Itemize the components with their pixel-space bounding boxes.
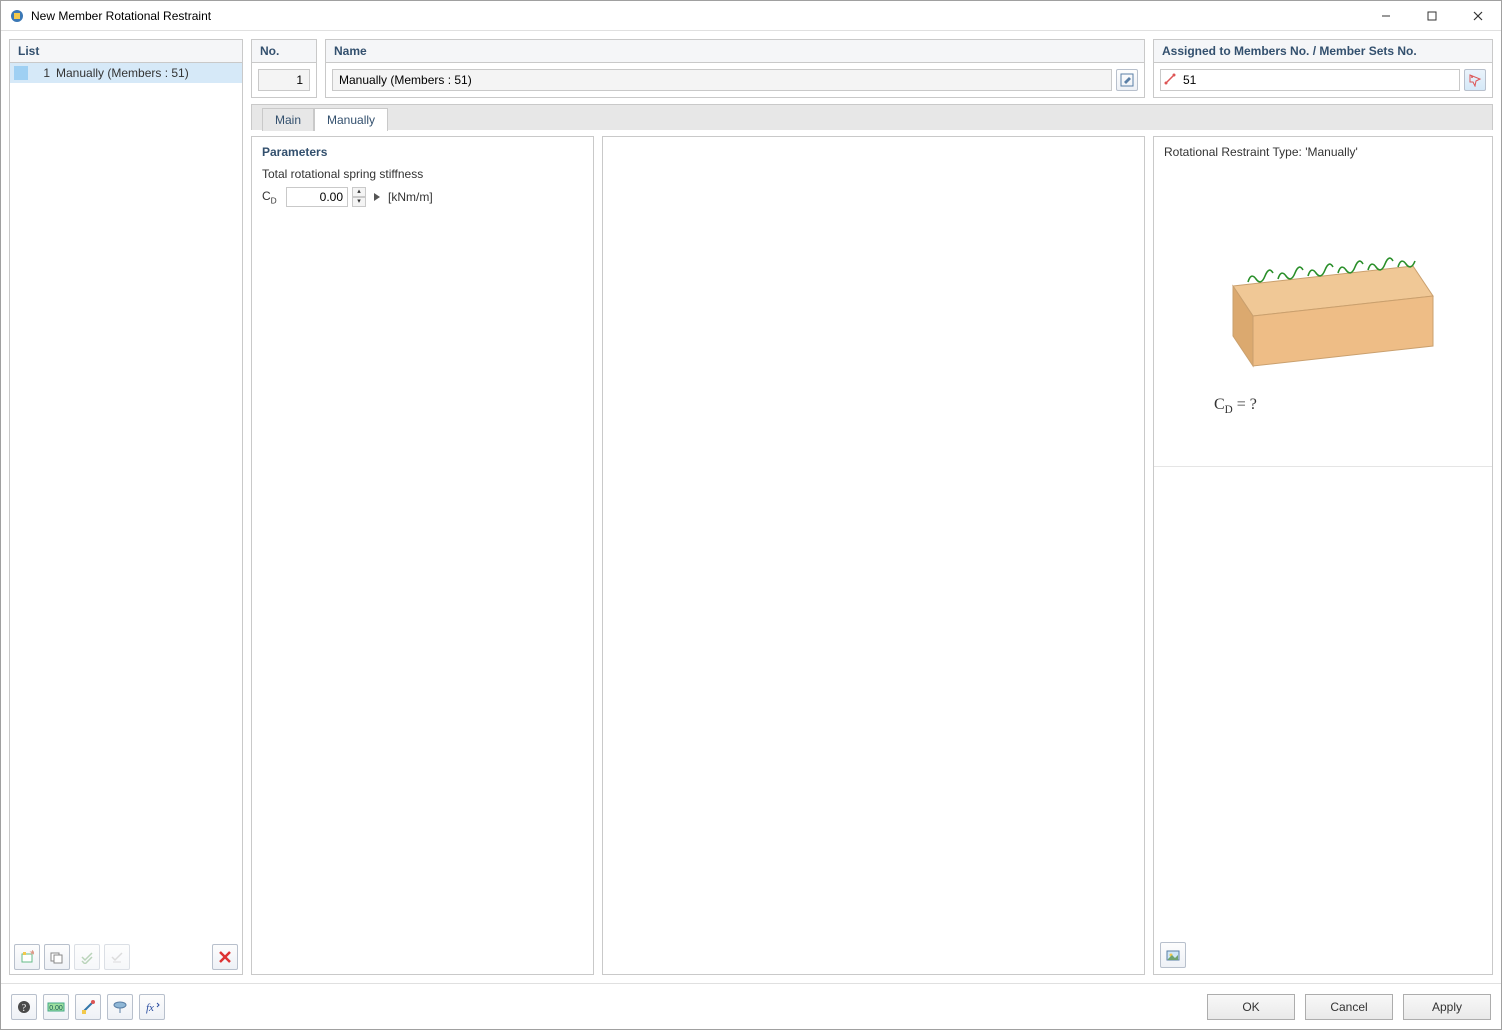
list-item[interactable]: 1 Manually (Members : 51) — [10, 63, 242, 83]
check-all-button[interactable] — [74, 944, 100, 970]
edit-name-button[interactable] — [1116, 69, 1138, 91]
number-header: No. — [252, 40, 316, 63]
parameter-symbol: CD — [262, 189, 282, 205]
tab-manually[interactable]: Manually — [314, 108, 388, 131]
apply-button[interactable]: Apply — [1403, 994, 1491, 1020]
illustration: CD = ? — [1154, 167, 1492, 467]
parameter-row: CD ▴ ▾ [kNm/m] — [262, 187, 583, 207]
ok-button[interactable]: OK — [1207, 994, 1295, 1020]
svg-text:0.00: 0.00 — [49, 1005, 63, 1012]
svg-text:?: ? — [22, 1003, 27, 1014]
parameter-label: Total rotational spring stiffness — [262, 167, 583, 181]
units-button[interactable]: 0.00 — [43, 994, 69, 1020]
fx-button[interactable]: fx — [139, 994, 165, 1020]
parameters-title: Parameters — [262, 145, 583, 159]
dialog-window: New Member Rotational Restraint List 1 M… — [0, 0, 1502, 1030]
number-box: No. — [251, 39, 317, 98]
list-item-swatch — [14, 66, 28, 80]
name-box: Name — [325, 39, 1145, 98]
new-item-button[interactable]: ★ — [14, 944, 40, 970]
tab-strip: Main Manually — [251, 104, 1493, 130]
main-layout: List 1 Manually (Members : 51) ★ — [9, 39, 1493, 975]
list-header: List — [10, 40, 242, 63]
middle-panel — [602, 136, 1145, 975]
list-item-index: 1 — [36, 66, 50, 80]
window-title: New Member Rotational Restraint — [31, 9, 211, 23]
copy-item-button[interactable] — [44, 944, 70, 970]
assigned-input[interactable] — [1160, 69, 1460, 91]
tab-main[interactable]: Main — [262, 108, 314, 131]
help-button[interactable]: ? — [11, 994, 37, 1020]
tab-content: Parameters Total rotational spring stiff… — [251, 136, 1493, 975]
list-item-label: Manually (Members : 51) — [56, 66, 189, 80]
cd-spinner[interactable]: ▴ ▾ — [352, 187, 366, 207]
app-icon — [9, 8, 25, 24]
svg-text:fx: fx — [146, 1002, 154, 1014]
close-button[interactable] — [1455, 1, 1501, 31]
assigned-header: Assigned to Members No. / Member Sets No… — [1154, 40, 1492, 63]
illustration-title: Rotational Restraint Type: 'Manually' — [1154, 137, 1492, 167]
list-panel: List 1 Manually (Members : 51) ★ — [9, 39, 243, 975]
members-tool-button[interactable] — [75, 994, 101, 1020]
view-button[interactable] — [107, 994, 133, 1020]
minimize-button[interactable] — [1363, 1, 1409, 31]
titlebar: New Member Rotational Restraint — [1, 1, 1501, 31]
pick-members-button[interactable] — [1464, 69, 1486, 91]
list-toolbar: ★ — [10, 940, 242, 974]
name-input[interactable] — [332, 69, 1112, 91]
header-row: No. Name Assigned to Members No — [251, 39, 1493, 98]
maximize-button[interactable] — [1409, 1, 1455, 31]
cancel-button[interactable]: Cancel — [1305, 994, 1393, 1020]
name-header: Name — [326, 40, 1144, 63]
image-tool-button[interactable] — [1160, 942, 1186, 968]
number-input[interactable] — [258, 69, 310, 91]
svg-text:★: ★ — [29, 950, 34, 957]
uncheck-all-button[interactable] — [104, 944, 130, 970]
cd-menu-button[interactable] — [370, 187, 384, 207]
members-icon — [1164, 73, 1176, 88]
right-column: No. Name Assigned to Members No — [251, 39, 1493, 975]
delete-item-button[interactable] — [212, 944, 238, 970]
spinner-up-icon[interactable]: ▴ — [352, 187, 366, 197]
assigned-box: Assigned to Members No. / Member Sets No… — [1153, 39, 1493, 98]
illustration-panel: Rotational Restraint Type: 'Manually' — [1153, 136, 1493, 975]
list-body[interactable]: 1 Manually (Members : 51) — [10, 63, 242, 940]
illustration-formula: CD = ? — [1214, 396, 1257, 416]
parameters-panel: Parameters Total rotational spring stiff… — [251, 136, 594, 975]
spinner-down-icon[interactable]: ▾ — [352, 197, 366, 207]
restraint-illustration — [1193, 216, 1453, 376]
dialog-body: List 1 Manually (Members : 51) ★ — [1, 31, 1501, 983]
cd-value-input[interactable] — [286, 187, 348, 207]
dialog-footer: ? 0.00 fx OK Cancel Apply — [1, 983, 1501, 1029]
parameter-unit: [kNm/m] — [388, 190, 433, 204]
